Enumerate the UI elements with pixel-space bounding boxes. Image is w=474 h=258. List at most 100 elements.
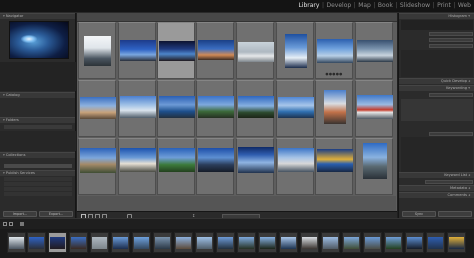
- sync-settings-button[interactable]: [438, 211, 472, 217]
- metadata-preset-row[interactable]: [401, 179, 473, 184]
- filmstrip-thumb[interactable]: [237, 232, 256, 253]
- grid-cell[interactable]: [236, 22, 274, 79]
- keyword-grid: [401, 137, 473, 172]
- grid-cell[interactable]: [196, 138, 234, 195]
- filmstrip-thumb[interactable]: [426, 232, 445, 253]
- quick-develop-row[interactable]: [401, 31, 473, 36]
- publish-service-row[interactable]: [4, 187, 72, 191]
- photo-thumbnail: [363, 143, 387, 179]
- folder-row[interactable]: [4, 125, 72, 129]
- grid-cell[interactable]: [78, 22, 116, 79]
- filmstrip-thumb[interactable]: [174, 232, 193, 253]
- publish-service-row[interactable]: [4, 192, 72, 196]
- publish-services-header[interactable]: ▾Publish Services: [0, 170, 75, 176]
- comments-header[interactable]: Comments ◂: [399, 192, 474, 198]
- module-web[interactable]: Web: [457, 2, 472, 10]
- filmstrip-thumb[interactable]: [321, 232, 340, 253]
- module-develop[interactable]: Develop: [325, 2, 352, 10]
- grid-cell[interactable]: [355, 22, 393, 79]
- navigator-preview[interactable]: [9, 21, 69, 59]
- collection-item-selected[interactable]: [4, 164, 72, 168]
- filmstrip-thumb[interactable]: [342, 232, 361, 253]
- folders-header[interactable]: ▾Folders: [0, 117, 75, 123]
- grid-cell[interactable]: [276, 138, 314, 195]
- grid-cell[interactable]: [355, 80, 393, 137]
- filmstrip-thumb[interactable]: [258, 232, 277, 253]
- disclosure-triangle-icon: ▾: [3, 93, 5, 97]
- photo-thumbnail: [278, 97, 314, 118]
- grid-cell[interactable]: [236, 138, 274, 195]
- keyword-list-header[interactable]: Keyword List ◂: [399, 172, 474, 178]
- metadata-header[interactable]: Metadata ◂: [399, 185, 474, 191]
- filmstrip-thumb[interactable]: [69, 232, 88, 253]
- grid-cell[interactable]: [196, 80, 234, 137]
- filmstrip-thumb[interactable]: [195, 232, 214, 253]
- module-print[interactable]: Print: [436, 2, 452, 10]
- navigator-header[interactable]: ▾Navigator: [0, 13, 75, 19]
- library-filter-bar: [77, 13, 397, 22]
- import-button[interactable]: Import...: [3, 211, 37, 217]
- catalog-header[interactable]: ▾Catalog: [0, 92, 75, 98]
- grid-cell[interactable]: [315, 138, 353, 195]
- publish-service-row[interactable]: [4, 177, 72, 181]
- photo-thumbnail: [84, 36, 111, 66]
- filmstrip-thumb[interactable]: [90, 232, 109, 253]
- grid-cell[interactable]: [78, 80, 116, 137]
- grid-cell[interactable]: [196, 22, 234, 79]
- quick-develop-row[interactable]: [401, 43, 473, 48]
- filmstrip-thumb[interactable]: [132, 232, 151, 253]
- sync-metadata-button[interactable]: Sync: [402, 211, 436, 217]
- export-button[interactable]: Export...: [39, 211, 73, 217]
- module-library[interactable]: Library: [297, 2, 320, 10]
- publish-service-row[interactable]: [4, 182, 72, 186]
- collection-item[interactable]: [4, 159, 72, 163]
- collections-header[interactable]: ▾Collections: [0, 152, 75, 158]
- filmstrip-thumb[interactable]: [279, 232, 298, 253]
- catalog-item[interactable]: [4, 111, 72, 115]
- filmstrip-thumb[interactable]: [111, 232, 130, 253]
- histogram-header[interactable]: Histogram ▾: [399, 13, 474, 19]
- keyword-set-row[interactable]: [401, 131, 473, 136]
- grid-cell[interactable]: [157, 80, 195, 137]
- module-map[interactable]: Map: [357, 2, 372, 10]
- filmstrip-thumb[interactable]: [300, 232, 319, 253]
- module-slideshow[interactable]: Slideshow: [399, 2, 431, 10]
- filmstrip-thumb[interactable]: [7, 232, 26, 253]
- module-book[interactable]: Book: [377, 2, 394, 10]
- filmstrip-header: [0, 218, 474, 229]
- module-picker: Library | Develop | Map | Book | Slideshow | …: [297, 2, 472, 10]
- grid-cell[interactable]: [118, 22, 156, 79]
- grid-cell[interactable]: ●●●●●: [315, 22, 353, 79]
- filmstrip-thumb-selected[interactable]: [48, 232, 67, 253]
- secondary-window-icon[interactable]: [9, 222, 13, 226]
- filmstrip[interactable]: [0, 229, 474, 258]
- grid-cell[interactable]: [355, 138, 393, 195]
- grid-cell[interactable]: [118, 80, 156, 137]
- quick-develop-header[interactable]: Quick Develop ◂: [399, 78, 474, 84]
- keyword-entry-box[interactable]: [401, 99, 473, 121]
- keyword-tags-row[interactable]: [401, 92, 473, 97]
- photo-thumbnail: [324, 90, 346, 124]
- grid-cell[interactable]: [315, 80, 353, 137]
- filmstrip-thumb[interactable]: [363, 232, 382, 253]
- grid-cell[interactable]: [118, 138, 156, 195]
- grid-cell-selected[interactable]: [157, 22, 195, 79]
- keywording-header[interactable]: Keywording ▾: [399, 85, 474, 91]
- grid-cell[interactable]: [276, 80, 314, 137]
- grid-cell[interactable]: [276, 22, 314, 79]
- filmstrip-thumb[interactable]: [153, 232, 172, 253]
- grid-cell[interactable]: [78, 138, 116, 195]
- grid-cell[interactable]: [236, 80, 274, 137]
- grid-cell[interactable]: [157, 138, 195, 195]
- filmstrip-thumb[interactable]: [27, 232, 46, 253]
- grid-toggle-icon[interactable]: [20, 222, 24, 226]
- filmstrip-thumb[interactable]: [405, 232, 424, 253]
- filmstrip-thumb[interactable]: [216, 232, 235, 253]
- info-block: [401, 50, 473, 77]
- filmstrip-thumb[interactable]: [384, 232, 403, 253]
- filmstrip-thumb[interactable]: [447, 232, 466, 253]
- primary-window-icon[interactable]: [3, 222, 7, 226]
- quick-develop-row[interactable]: [401, 37, 473, 42]
- rating-stars[interactable]: ●●●●●: [316, 72, 352, 76]
- disclosure-triangle-icon: ▾: [468, 86, 470, 90]
